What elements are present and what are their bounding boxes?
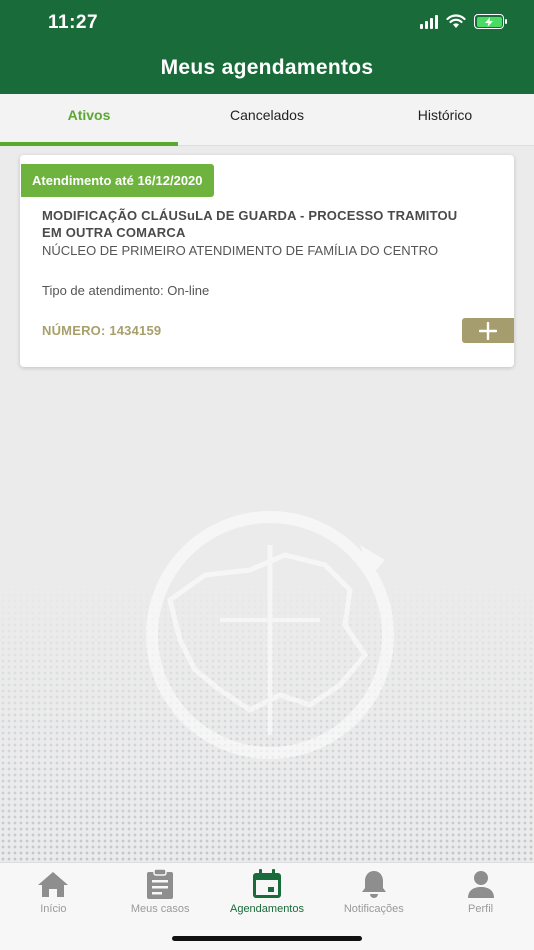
appointment-number: NÚMERO: 1434159 (42, 323, 162, 338)
appointment-card[interactable]: Atendimento até 16/12/2020 MODIFICAÇÃO C… (20, 155, 514, 367)
expand-button[interactable] (462, 318, 514, 343)
app-header: 11:27 Meus agendamentos (0, 0, 534, 94)
nav-label-perfil: Perfil (468, 903, 494, 915)
nav-label-meus-casos: Meus casos (130, 903, 190, 915)
battery-icon (474, 14, 507, 29)
nav-label-notificacoes: Notificações (343, 903, 404, 915)
nav-label-inicio: Início (40, 903, 67, 915)
cellular-signal-icon (420, 14, 438, 29)
appointment-office: NÚCLEO DE PRIMEIRO ATENDIMENTO DE FAMÍLI… (42, 243, 439, 258)
clipboard-icon (147, 868, 174, 899)
person-icon (467, 871, 494, 898)
status-icons (420, 14, 507, 29)
tab-ativos[interactable]: Ativos (0, 94, 178, 146)
tab-historico[interactable]: Histórico (356, 94, 534, 145)
appointment-title: MODIFICAÇÃO CLÁUSuLA DE GUARDA - PROCESS… (42, 208, 458, 240)
nav-inicio[interactable]: Início (0, 867, 107, 950)
plus-icon (479, 321, 497, 340)
wifi-icon (446, 14, 466, 28)
nav-label-agendamentos: Agendamentos (229, 903, 304, 915)
home-icon (38, 872, 69, 897)
appointment-date-badge: Atendimento até 16/12/2020 (21, 164, 214, 197)
status-time: 11:27 (48, 12, 99, 33)
calendar-icon (252, 869, 281, 898)
tab-bar: Ativos Cancelados Histórico (0, 94, 534, 146)
tab-cancelados[interactable]: Cancelados (178, 94, 356, 145)
emblem-watermark-icon (146, 511, 394, 759)
nav-perfil[interactable]: Perfil (427, 867, 534, 950)
appointment-type: Tipo de atendimento: On-line (42, 283, 210, 298)
home-indicator[interactable] (172, 936, 362, 941)
bell-icon (361, 871, 386, 898)
page-title: Meus agendamentos (160, 56, 374, 79)
